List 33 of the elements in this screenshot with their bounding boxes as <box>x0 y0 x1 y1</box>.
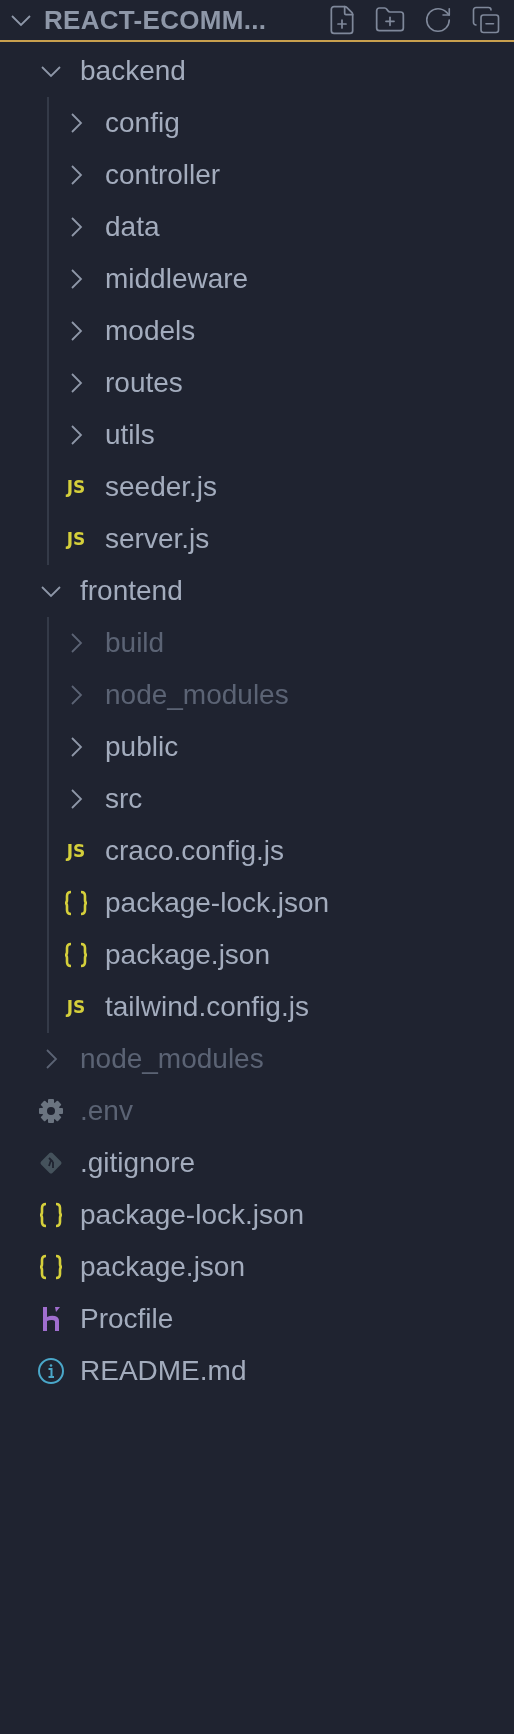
file-name[interactable]: .gitignore <box>80 1147 196 1179</box>
explorer-title: REACT-ECOMM... <box>44 4 268 36</box>
file-name[interactable]: server.js <box>105 523 210 555</box>
file-name[interactable]: package.json <box>105 939 270 971</box>
folder-name[interactable]: middleware <box>105 263 249 295</box>
js-file-icon: JS <box>66 477 86 497</box>
js-file-icon: JS <box>66 841 86 861</box>
heroku-icon <box>40 1305 62 1333</box>
braces-icon <box>39 1202 63 1228</box>
folder-name[interactable]: routes <box>105 367 183 399</box>
folder-name[interactable]: utils <box>105 419 155 451</box>
file-name[interactable]: tailwind.config.js <box>105 991 309 1023</box>
folder-name[interactable]: frontend <box>80 575 183 607</box>
folder-name[interactable]: public <box>105 731 179 763</box>
folder-name[interactable]: data <box>105 211 160 243</box>
file-name[interactable]: package-lock.json <box>80 1199 305 1231</box>
file-name[interactable]: package-lock.json <box>105 887 330 919</box>
folder-name[interactable]: config <box>105 107 180 139</box>
file-name[interactable]: seeder.js <box>105 471 218 503</box>
folder-name[interactable]: models <box>105 315 196 347</box>
info-icon <box>37 1357 65 1385</box>
braces-icon <box>39 1254 63 1280</box>
file-name[interactable]: Procfile <box>80 1303 174 1335</box>
folder-name[interactable]: src <box>105 783 143 815</box>
file-name[interactable]: craco.config.js <box>105 835 284 867</box>
js-file-icon: JS <box>66 529 86 549</box>
folder-name[interactable]: controller <box>105 159 221 191</box>
braces-icon <box>64 942 88 968</box>
folder-name[interactable]: backend <box>80 55 186 87</box>
file-name[interactable]: README.md <box>80 1355 247 1387</box>
file-name[interactable]: package.json <box>80 1251 245 1283</box>
braces-icon <box>64 890 88 916</box>
js-file-icon: JS <box>66 997 86 1017</box>
